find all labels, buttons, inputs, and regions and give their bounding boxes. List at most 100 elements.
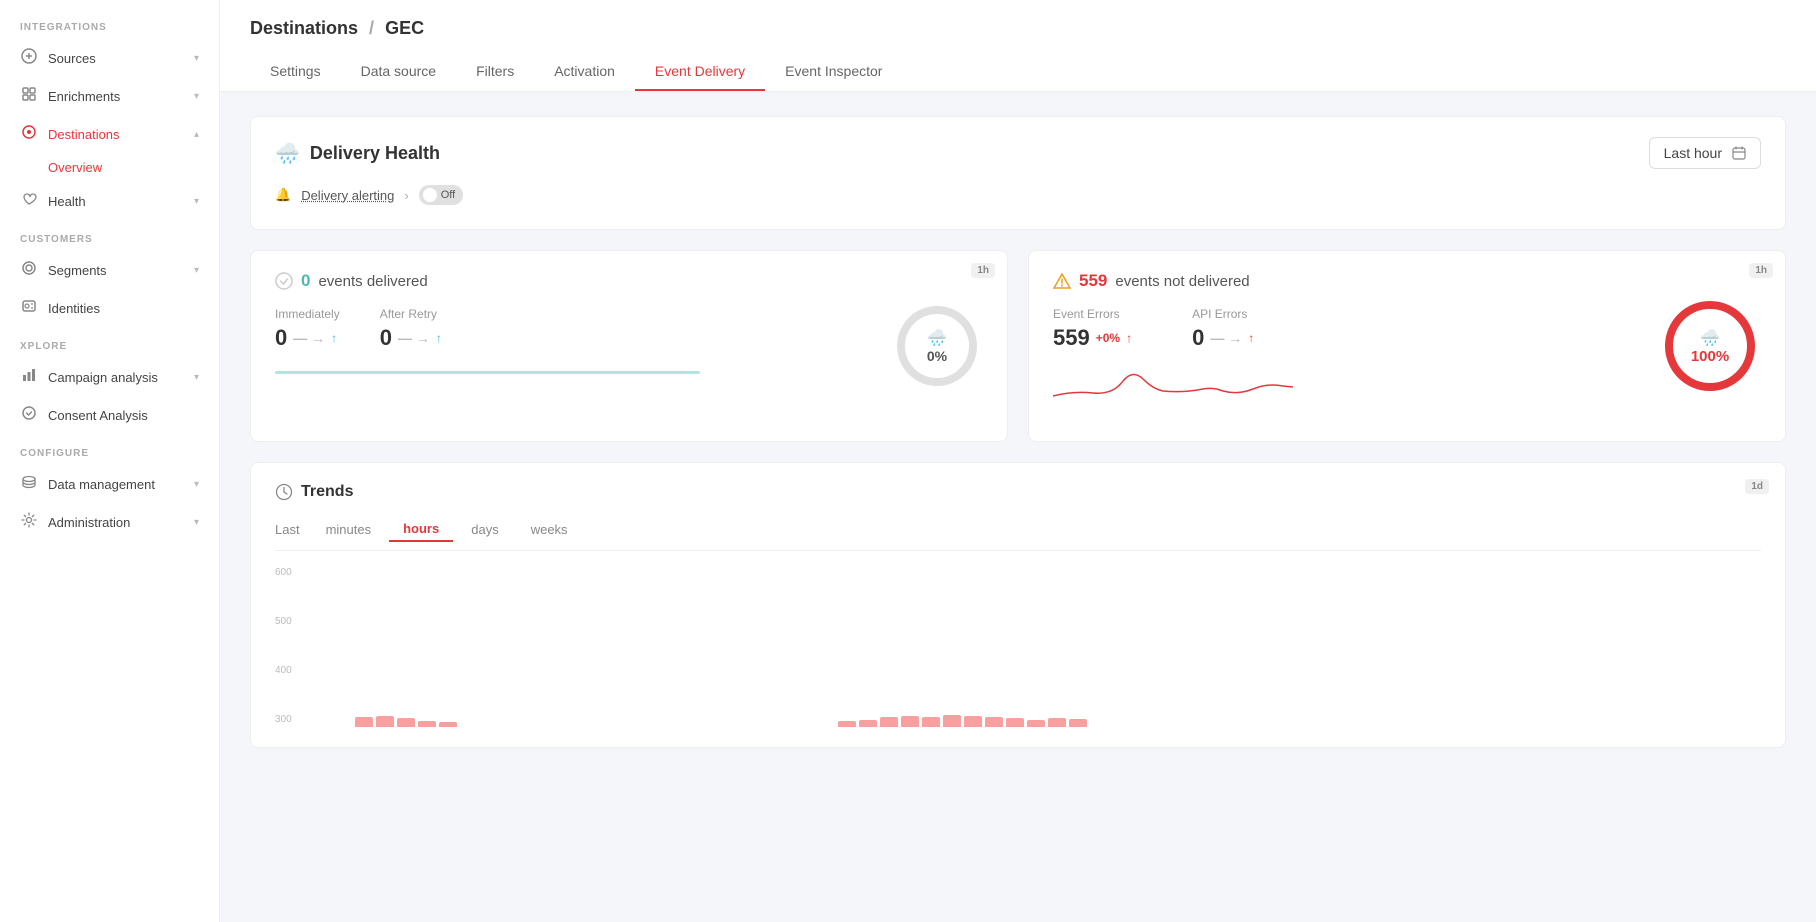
- segments-chevron: ▾: [194, 265, 199, 276]
- not-delivered-percent-label: 100%: [1691, 348, 1729, 365]
- tab-filters[interactable]: Filters: [456, 53, 534, 91]
- time-tabs: Last minutes hours days weeks: [275, 517, 1761, 551]
- tab-weeks[interactable]: weeks: [517, 518, 582, 541]
- campaign-chevron: ▾: [194, 372, 199, 383]
- bar-28: [943, 715, 961, 727]
- trends-title-text: Trends: [301, 483, 353, 501]
- sidebar-item-data-management[interactable]: Data management ▾: [0, 465, 219, 503]
- not-delivered-badge: 1h: [1749, 263, 1773, 278]
- segments-icon: [20, 260, 38, 280]
- configure-section-label: CONFIGURE: [0, 434, 219, 465]
- api-errors-value: 0: [1192, 325, 1204, 351]
- delivered-title-suffix: events delivered: [318, 273, 427, 290]
- breadcrumb-separator: /: [369, 18, 374, 38]
- tab-event-inspector[interactable]: Event Inspector: [765, 53, 902, 91]
- bar-34: [1069, 719, 1087, 727]
- identities-icon: [20, 298, 38, 318]
- sidebar-item-campaign-analysis[interactable]: Campaign analysis ▾: [0, 358, 219, 396]
- data-management-icon: [20, 474, 38, 494]
- identities-label: Identities: [48, 301, 100, 316]
- destinations-icon: [20, 124, 38, 144]
- progress-bar: [275, 371, 700, 374]
- delivery-health-icon: 🌧️: [275, 141, 300, 166]
- sidebar-item-sources[interactable]: Sources ▾: [0, 39, 219, 77]
- bar-1: [376, 716, 394, 727]
- immediately-value: 0: [275, 325, 287, 351]
- time-prefix: Last: [275, 522, 300, 537]
- api-errors-dash: — →: [1210, 330, 1242, 346]
- events-delivered-card: 1h 0 events delivered Immediately 0 — → …: [250, 250, 1008, 442]
- sidebar-item-segments[interactable]: Segments ▾: [0, 251, 219, 289]
- bar-33: [1048, 718, 1066, 727]
- delivery-alerting-row: 🔔 Delivery alerting › Off: [275, 185, 1761, 205]
- tab-days[interactable]: days: [457, 518, 512, 541]
- tab-minutes[interactable]: minutes: [312, 518, 386, 541]
- event-errors-up: ↑: [1126, 331, 1132, 345]
- integrations-section-label: INTEGRATIONS: [0, 8, 219, 39]
- toggle-dot: [423, 188, 437, 202]
- immediately-label: Immediately: [275, 307, 340, 321]
- time-selector[interactable]: Last hour: [1649, 137, 1761, 169]
- bar-24: [859, 720, 877, 727]
- after-retry-label: After Retry: [380, 307, 442, 321]
- campaign-icon: [20, 367, 38, 387]
- sidebar: INTEGRATIONS Sources ▾ Enrichments ▾ Des…: [0, 0, 220, 922]
- enrichments-icon: [20, 86, 38, 106]
- sidebar-item-administration[interactable]: Administration ▾: [0, 503, 219, 541]
- delivered-sub-row: Immediately 0 — → ↑ After Retry 0 — → ↑: [275, 307, 983, 351]
- enrichments-label: Enrichments: [48, 89, 120, 104]
- not-delivered-title-suffix: events not delivered: [1115, 273, 1249, 290]
- api-errors-up: ↑: [1248, 331, 1254, 345]
- sidebar-item-identities[interactable]: Identities: [0, 289, 219, 327]
- tab-data-source[interactable]: Data source: [341, 53, 456, 91]
- delivery-health-title: 🌧️ Delivery Health: [275, 141, 440, 166]
- health-label: Health: [48, 194, 86, 209]
- destinations-label: Destinations: [48, 127, 120, 142]
- tab-settings[interactable]: Settings: [250, 53, 341, 91]
- time-selector-label: Last hour: [1664, 145, 1722, 161]
- sidebar-sub-item-overview[interactable]: Overview: [0, 153, 219, 182]
- delivered-percent-circle: 🌧️ 0%: [897, 306, 977, 386]
- sources-icon: [20, 48, 38, 68]
- destinations-chevron: ▴: [194, 129, 199, 140]
- not-delivered-count: 559: [1079, 271, 1107, 291]
- tab-activation[interactable]: Activation: [534, 53, 635, 91]
- bell-icon: 🔔: [275, 187, 291, 203]
- immediately-value-row: 0 — → ↑: [275, 325, 340, 351]
- y-axis: 600 500 400 300: [275, 567, 292, 727]
- administration-icon: [20, 512, 38, 532]
- customers-section-label: CUSTOMERS: [0, 220, 219, 251]
- data-management-chevron: ▾: [194, 479, 199, 490]
- api-errors-value-row: 0 — → ↑: [1192, 325, 1254, 351]
- not-delivered-donut: 🌧️ 100%: [1665, 301, 1755, 391]
- events-delivered-badge: 1h: [971, 263, 995, 278]
- bar-3: [418, 721, 436, 727]
- y-500: 500: [275, 616, 292, 627]
- tab-event-delivery[interactable]: Event Delivery: [635, 53, 765, 91]
- toggle-alerting[interactable]: Off: [419, 185, 463, 205]
- sidebar-item-health[interactable]: Health ▾: [0, 182, 219, 220]
- bar-29: [964, 716, 982, 727]
- bar-32: [1027, 720, 1045, 727]
- trends-title: Trends: [275, 483, 353, 501]
- errors-sub-row: Event Errors 559 +0% ↑ API Errors 0 — → …: [1053, 307, 1761, 351]
- sidebar-item-enrichments[interactable]: Enrichments ▾: [0, 77, 219, 115]
- delivered-sparkline: [275, 371, 983, 421]
- breadcrumb: Destinations / GEC: [250, 18, 1786, 39]
- segments-label: Segments: [48, 263, 107, 278]
- trends-section: Trends 1d Last minutes hours days weeks …: [250, 462, 1786, 748]
- bar-30: [985, 717, 1003, 727]
- tab-hours[interactable]: hours: [389, 517, 453, 542]
- after-retry-arrow: — →: [398, 330, 430, 346]
- page-header: Destinations / GEC Settings Data source …: [220, 0, 1816, 92]
- health-chevron: ▾: [194, 196, 199, 207]
- enrichments-chevron: ▾: [194, 91, 199, 102]
- not-delivered-sparkline: [1053, 361, 1761, 416]
- event-errors-label: Event Errors: [1053, 307, 1132, 321]
- delivered-percent-label: 0%: [927, 348, 947, 364]
- sidebar-item-destinations[interactable]: Destinations ▴: [0, 115, 219, 153]
- sources-chevron: ▾: [194, 53, 199, 64]
- bar-4: [439, 722, 457, 727]
- event-errors-value-row: 559 +0% ↑: [1053, 325, 1132, 351]
- sidebar-item-consent-analysis[interactable]: Consent Analysis: [0, 396, 219, 434]
